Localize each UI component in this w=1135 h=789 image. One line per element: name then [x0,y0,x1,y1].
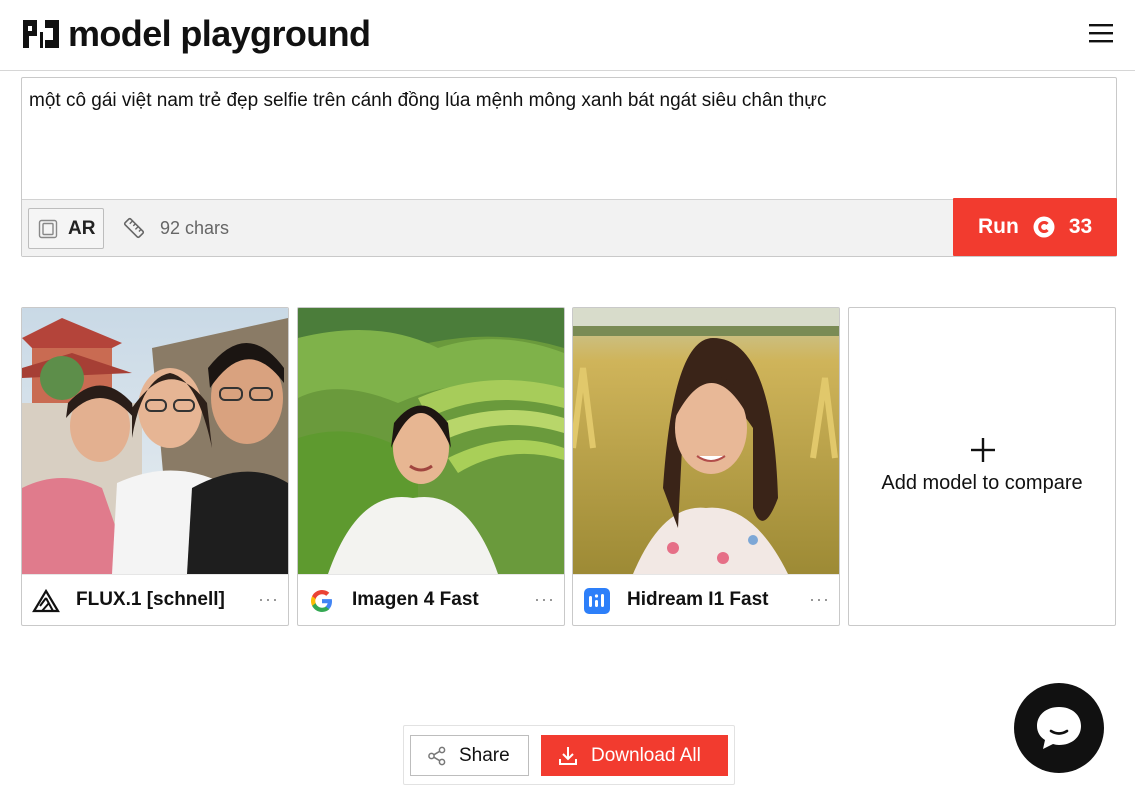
card-footer: Hidream I1 Fast ··· [573,574,839,625]
credit-coin-icon [1033,216,1055,238]
result-card-hidream[interactable]: Hidream I1 Fast ··· [572,307,840,626]
model-name: FLUX.1 [schnell] [76,589,225,610]
card-footer: Imagen 4 Fast ··· [298,574,564,625]
download-all-button[interactable]: Download All [541,735,728,776]
share-button[interactable]: Share [410,735,529,776]
plus-icon [971,438,995,462]
logo-text: model playground [68,13,371,54]
logo-mark-icon [23,20,59,48]
more-options-icon[interactable]: ··· [809,589,830,610]
chat-support-button[interactable] [1014,683,1104,773]
add-model-card[interactable]: Add model to compare [848,307,1116,626]
hamburger-menu-icon[interactable] [1086,20,1116,46]
result-image-flux[interactable] [22,308,288,574]
char-count-label: 92 chars [160,217,230,238]
model-name: Imagen 4 Fast [352,589,479,610]
top-header: model playground [0,0,1135,71]
bottom-action-bar: Share Download All [403,725,735,785]
add-model-label: Add model to compare [881,472,1083,494]
char-counter: 92 chars [122,216,229,240]
aspect-ratio-icon [38,219,58,238]
share-label: Share [459,744,510,766]
run-cost: 33 [1068,215,1093,238]
run-label: Run [978,215,1019,238]
result-image-hidream[interactable] [573,308,839,574]
download-icon [559,746,577,765]
aspect-ratio-button[interactable]: AR [28,208,104,249]
prompt-input[interactable]: một cô gái việt nam trẻ đẹp selfie trên … [29,88,1099,114]
app-logo[interactable]: model playground [21,13,371,54]
model-name: Hidream I1 Fast [627,589,769,610]
run-button[interactable]: Run 33 [953,198,1117,256]
download-all-label: Download All [591,744,701,766]
chat-bubble-icon [1037,707,1081,749]
result-image-imagen[interactable] [298,308,564,574]
card-footer: FLUX.1 [schnell] ··· [22,574,288,625]
prompt-box: một cô gái việt nam trẻ đẹp selfie trên … [21,77,1117,257]
share-icon [428,746,446,765]
result-card-imagen[interactable]: Imagen 4 Fast ··· [297,307,565,626]
flux-icon [32,588,60,613]
ruler-icon [123,217,145,239]
prompt-toolbar: AR 92 chars Run 33 [22,198,1117,256]
more-options-icon[interactable]: ··· [534,589,555,610]
google-icon [311,590,332,612]
result-card-flux[interactable]: FLUX.1 [schnell] ··· [21,307,289,626]
aspect-ratio-label: AR [68,217,96,239]
more-options-icon[interactable]: ··· [258,589,279,610]
hidream-icon [584,588,610,614]
